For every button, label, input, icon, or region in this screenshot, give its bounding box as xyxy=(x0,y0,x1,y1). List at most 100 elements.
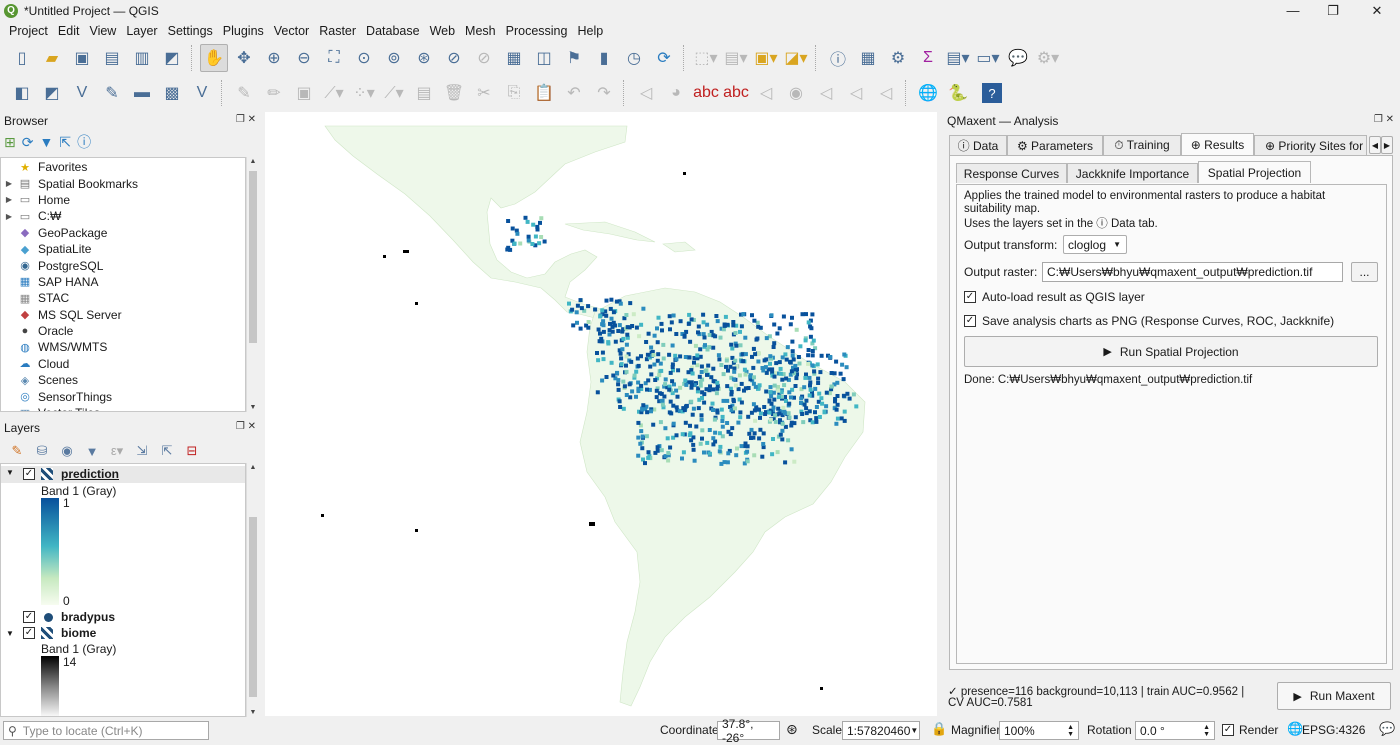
expand-all-icon[interactable]: ⇲ xyxy=(131,443,153,459)
expand-arrow-icon[interactable]: ▶ xyxy=(1,179,17,188)
new-shapefile-icon[interactable]: V xyxy=(68,79,96,107)
new-geopackage-icon[interactable]: ◩ xyxy=(38,79,66,107)
browser-item[interactable]: ◈ Scenes xyxy=(1,372,245,388)
open-project-icon[interactable]: ▰ xyxy=(38,44,66,72)
menu-processing[interactable]: Processing xyxy=(501,24,573,38)
temporal-controller-icon[interactable]: ◷ xyxy=(620,44,648,72)
browser-item[interactable]: ▦ STAC xyxy=(1,290,245,306)
browser-item[interactable]: ◉ PostgreSQL xyxy=(1,257,245,273)
vertex-tool-icon[interactable]: ⁘▾ xyxy=(350,79,378,107)
autoload-checkbox[interactable]: ✓ xyxy=(964,291,976,303)
zoom-full-icon[interactable]: ⛶ xyxy=(320,44,348,72)
statistics-icon[interactable]: Σ xyxy=(914,44,942,72)
layer-labeling-icon[interactable]: abc xyxy=(692,79,720,107)
new-spatialite-icon[interactable]: ✎ xyxy=(98,79,126,107)
add-vector-icon[interactable]: V xyxy=(188,79,216,107)
rotate-label-icon[interactable]: ◁ xyxy=(872,79,900,107)
magnifier-spinbox[interactable]: 100% ▲ ▼ xyxy=(999,721,1079,740)
subtab-jackknife-importance[interactable]: Jackknife Importance xyxy=(1067,163,1198,183)
output-transform-select[interactable]: cloglog ▼ xyxy=(1063,235,1127,254)
expand-arrow-icon[interactable]: ▼ xyxy=(6,468,14,477)
new-map-view-icon[interactable]: ▦ xyxy=(500,44,528,72)
zoom-native-icon[interactable]: ⊛ xyxy=(410,44,438,72)
scale-select[interactable]: 1:57820460 ▼ xyxy=(842,721,920,740)
modify-attributes-icon[interactable]: ⟋▾ xyxy=(380,79,408,107)
subtab-spatial-projection[interactable]: Spatial Projection xyxy=(1198,161,1311,183)
menu-layer[interactable]: Layer xyxy=(121,24,162,38)
messages-icon[interactable]: 💬 xyxy=(1379,721,1395,737)
menu-edit[interactable]: Edit xyxy=(53,24,85,38)
panel-float-close-icon[interactable]: ❐ ✕ xyxy=(236,114,256,125)
zoom-last-icon[interactable]: ⊘ xyxy=(440,44,468,72)
map-tips-icon[interactable]: 💬 xyxy=(1004,44,1032,72)
new-print-layout-icon[interactable]: ▤ xyxy=(98,44,126,72)
browser-item[interactable]: ▦ SAP HANA xyxy=(1,274,245,290)
menu-web[interactable]: Web xyxy=(425,24,460,38)
scroll-thumb[interactable] xyxy=(249,171,257,343)
layer-styling-icon[interactable]: ✎ xyxy=(6,443,28,459)
scroll-up-icon[interactable]: ▲ xyxy=(247,464,259,471)
browser-item[interactable]: ◆ SpatiaLite xyxy=(1,241,245,257)
python-console-icon[interactable]: 🐍 xyxy=(944,79,972,107)
save-project-icon[interactable]: ▣ xyxy=(68,44,96,72)
undo-icon[interactable]: ↶ xyxy=(560,79,588,107)
layers-scrollbar[interactable]: ▲ ▼ xyxy=(246,463,258,717)
layout-manager-icon[interactable]: ▥ xyxy=(128,44,156,72)
zoom-in-icon[interactable]: ⊕ xyxy=(260,44,288,72)
browser-item[interactable]: ▶ ▭ C:₩ xyxy=(1,208,245,224)
filter-by-expression-icon[interactable]: ε▾ xyxy=(106,443,128,459)
pan-to-selection-icon[interactable]: ✥ xyxy=(230,44,258,72)
filter-icon[interactable]: ▼ xyxy=(39,134,53,150)
info-icon[interactable]: ⓘ xyxy=(77,132,91,152)
tab-results[interactable]: ⊕ Results xyxy=(1181,133,1254,155)
scroll-thumb[interactable] xyxy=(249,517,257,697)
manage-map-themes-icon[interactable]: ◉ xyxy=(56,443,78,459)
pin-labels-icon[interactable]: ◉ xyxy=(782,79,810,107)
browser-item[interactable]: ▶ ▭ Home xyxy=(1,192,245,208)
browser-item[interactable]: ◆ MS SQL Server xyxy=(1,307,245,323)
panel-float-close-icon[interactable]: ❐ ✕ xyxy=(236,421,256,432)
biome-layer-name[interactable]: biome xyxy=(61,626,96,640)
move-label-icon[interactable]: ◁ xyxy=(842,79,870,107)
output-raster-field[interactable]: C:₩Users₩bhyu₩qmaxent_output₩prediction.… xyxy=(1042,262,1343,282)
menu-database[interactable]: Database xyxy=(361,24,425,38)
tab-training[interactable]: ⏱ Training xyxy=(1103,135,1181,155)
add-group-icon[interactable]: ⛁ xyxy=(31,443,53,459)
browse-output-button[interactable]: ... xyxy=(1351,262,1378,282)
attribute-table-icon[interactable]: ▦ xyxy=(854,44,882,72)
lock-icon[interactable]: 🔒 xyxy=(931,721,947,737)
scroll-down-icon[interactable]: ▼ xyxy=(247,709,259,716)
add-selected-layers-icon[interactable]: ⊞ xyxy=(4,134,16,151)
filter-legend-icon[interactable]: ▼ xyxy=(81,444,103,459)
collapse-all-icon[interactable]: ⇱ xyxy=(59,134,71,151)
pan-icon[interactable]: ✋ xyxy=(200,44,228,72)
redo-icon[interactable]: ↷ xyxy=(590,79,618,107)
zoom-next-icon[interactable]: ⊘ xyxy=(470,44,498,72)
browser-item[interactable]: ▶ ▤ Spatial Bookmarks xyxy=(1,175,245,191)
prediction-layer-name[interactable]: prediction xyxy=(61,467,119,481)
menu-view[interactable]: View xyxy=(84,24,121,38)
maximize-button[interactable]: ❐ xyxy=(1310,0,1356,21)
save-edits-icon[interactable]: ▣ xyxy=(290,79,318,107)
menu-settings[interactable]: Settings xyxy=(163,24,218,38)
digitize-icon[interactable]: ⟋▾ xyxy=(320,79,348,107)
prediction-visibility-checkbox[interactable]: ✓ xyxy=(23,468,35,480)
processing-toolbox-icon[interactable]: ⚙ xyxy=(884,44,912,72)
new-virtual-layer-icon[interactable]: ▬ xyxy=(128,79,156,107)
run-spatial-projection-button[interactable]: ▶ Run Spatial Projection xyxy=(964,336,1378,367)
new-project-icon[interactable]: ▯ xyxy=(8,44,36,72)
zoom-out-icon[interactable]: ⊖ xyxy=(290,44,318,72)
save-png-checkbox[interactable]: ✓ xyxy=(964,315,976,327)
browser-scrollbar[interactable]: ▲ ▼ xyxy=(246,157,258,412)
tab-data[interactable]: ⓘ Data xyxy=(949,135,1007,155)
cut-features-icon[interactable]: ✂ xyxy=(470,79,498,107)
open-field-calculator-icon[interactable]: ▤▾ xyxy=(944,44,972,72)
panel-float-close-icon[interactable]: ❐ ✕ xyxy=(1374,114,1394,125)
remove-layer-icon[interactable]: ⊟ xyxy=(181,443,203,459)
render-checkbox[interactable]: ✓ xyxy=(1222,724,1234,736)
crs-globe-icon[interactable]: 🌐 xyxy=(1287,721,1303,737)
copy-features-icon[interactable]: ⎘ xyxy=(500,79,528,107)
qmaxent-plugin-icon[interactable]: 🌐 xyxy=(914,79,942,107)
tab-scroll-left-icon[interactable]: ◀ xyxy=(1369,136,1381,154)
deselect-features-icon[interactable]: ▣▾ xyxy=(752,44,780,72)
